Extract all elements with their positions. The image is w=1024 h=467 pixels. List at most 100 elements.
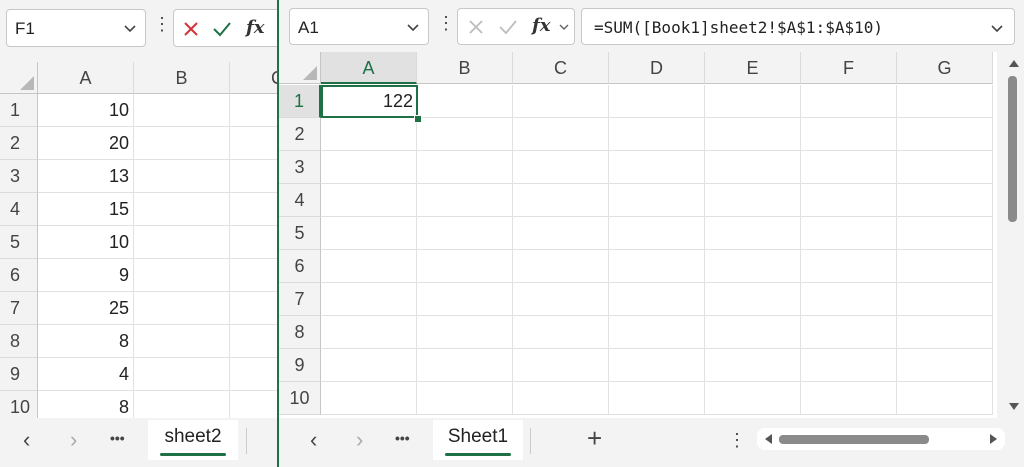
- grid-cell[interactable]: [705, 184, 801, 217]
- column-header-b[interactable]: B: [417, 52, 513, 84]
- cancel-icon[interactable]: [182, 20, 200, 38]
- grid-cell[interactable]: [321, 184, 417, 217]
- grid-cell[interactable]: [417, 118, 513, 151]
- grid-cell[interactable]: [134, 127, 230, 160]
- grid-cell[interactable]: [134, 325, 230, 358]
- grid-cell[interactable]: [321, 316, 417, 349]
- grid-cell[interactable]: [417, 283, 513, 316]
- grid-cell[interactable]: [897, 217, 993, 250]
- row-header[interactable]: 1: [279, 85, 321, 118]
- more-sheets-icon[interactable]: •••: [110, 430, 125, 446]
- tab-bar-options-icon[interactable]: ⋮: [728, 430, 746, 451]
- column-header-c[interactable]: C: [230, 62, 277, 94]
- grid-cell[interactable]: [417, 217, 513, 250]
- fill-handle[interactable]: [414, 115, 422, 123]
- grid-cell[interactable]: [609, 85, 705, 118]
- add-sheet-button[interactable]: +: [587, 423, 602, 454]
- scroll-down-icon[interactable]: [1008, 402, 1020, 412]
- sheet-tab-sheet1[interactable]: Sheet1: [433, 420, 523, 460]
- grid-cell[interactable]: [230, 358, 277, 391]
- vertical-scroll-thumb[interactable]: [1008, 76, 1017, 222]
- grid-cell[interactable]: [705, 118, 801, 151]
- expand-formula-bar-icon[interactable]: [990, 21, 1004, 35]
- grid-cell[interactable]: [801, 85, 897, 118]
- scroll-tabs-right-icon[interactable]: ›: [70, 427, 77, 453]
- scroll-up-icon[interactable]: [1008, 58, 1020, 68]
- grid-cell[interactable]: [801, 151, 897, 184]
- row-header[interactable]: 7: [279, 283, 321, 316]
- formula-bar[interactable]: =SUM([Book1]sheet2!$A$1:$A$10): [581, 8, 1015, 45]
- grid-cell[interactable]: [801, 382, 897, 415]
- grid-cell[interactable]: 25: [38, 292, 134, 325]
- grid-cell[interactable]: [513, 382, 609, 415]
- grid-cell[interactable]: [609, 250, 705, 283]
- grid-cell[interactable]: [417, 382, 513, 415]
- grid-cell[interactable]: [705, 151, 801, 184]
- grid-cell[interactable]: [321, 382, 417, 415]
- grid-cell[interactable]: [897, 151, 993, 184]
- grid-cell[interactable]: [609, 151, 705, 184]
- row-header[interactable]: 3: [0, 160, 38, 193]
- row-header[interactable]: 5: [279, 217, 321, 250]
- grid-cell[interactable]: 10: [38, 94, 134, 127]
- grid-cell[interactable]: [609, 316, 705, 349]
- grid-cell[interactable]: [609, 382, 705, 415]
- name-box[interactable]: A1: [289, 8, 429, 45]
- scroll-tabs-left-icon[interactable]: ‹: [310, 427, 317, 453]
- select-all-corner[interactable]: [279, 52, 321, 84]
- grid-cell[interactable]: [321, 217, 417, 250]
- grid-cell[interactable]: [513, 283, 609, 316]
- grid-cell[interactable]: [705, 250, 801, 283]
- grid-cell[interactable]: [417, 184, 513, 217]
- row-header[interactable]: 4: [0, 193, 38, 226]
- grid-cell[interactable]: [230, 160, 277, 193]
- grid-cell[interactable]: [417, 349, 513, 382]
- grid-cell[interactable]: 4: [38, 358, 134, 391]
- grid-cell[interactable]: 13: [38, 160, 134, 193]
- grid-cell[interactable]: [705, 316, 801, 349]
- grid-cell[interactable]: [801, 316, 897, 349]
- grid-cell[interactable]: [134, 160, 230, 193]
- scroll-tabs-right-icon[interactable]: ›: [356, 427, 363, 453]
- grid-cell[interactable]: [230, 292, 277, 325]
- column-header-c[interactable]: C: [513, 52, 609, 84]
- grid-cell[interactable]: [321, 250, 417, 283]
- grid-cell[interactable]: [801, 217, 897, 250]
- scroll-left-icon[interactable]: [763, 433, 773, 445]
- row-header[interactable]: 6: [279, 250, 321, 283]
- insert-function-icon[interactable]: fx: [246, 17, 264, 38]
- column-header-b[interactable]: B: [134, 62, 230, 94]
- grid-cell[interactable]: [513, 217, 609, 250]
- sheet-tab-sheet2[interactable]: sheet2: [148, 420, 238, 460]
- horizontal-scrollbar[interactable]: [757, 428, 1005, 450]
- grid-cell[interactable]: [513, 85, 609, 118]
- grid-cell[interactable]: [897, 316, 993, 349]
- row-header[interactable]: 10: [279, 382, 321, 415]
- scroll-tabs-left-icon[interactable]: ‹: [23, 427, 30, 453]
- more-sheets-icon[interactable]: •••: [395, 430, 410, 446]
- row-header[interactable]: 8: [0, 325, 38, 358]
- grid-cell[interactable]: [609, 217, 705, 250]
- grid-cell[interactable]: [801, 349, 897, 382]
- grid-cell[interactable]: [897, 184, 993, 217]
- grid-cell[interactable]: [230, 325, 277, 358]
- grid-cell[interactable]: [134, 94, 230, 127]
- chevron-down-icon[interactable]: [558, 21, 570, 33]
- grid-cell[interactable]: [609, 349, 705, 382]
- grid-cell[interactable]: [321, 151, 417, 184]
- grid-cell[interactable]: [897, 382, 993, 415]
- vertical-scrollbar[interactable]: [1004, 52, 1024, 418]
- grid-cell[interactable]: [321, 349, 417, 382]
- row-header[interactable]: 8: [279, 316, 321, 349]
- column-header-g[interactable]: G: [897, 52, 993, 84]
- horizontal-scroll-thumb[interactable]: [779, 435, 929, 444]
- grid-cell[interactable]: [705, 217, 801, 250]
- grid-cell[interactable]: [321, 283, 417, 316]
- column-header-e[interactable]: E: [705, 52, 801, 84]
- select-all-corner[interactable]: [0, 62, 38, 94]
- grid-cell[interactable]: [230, 94, 277, 127]
- grid-cell[interactable]: [134, 358, 230, 391]
- grid-cell[interactable]: [513, 316, 609, 349]
- more-options-icon[interactable]: ⋮: [153, 14, 171, 35]
- grid-cell[interactable]: [801, 184, 897, 217]
